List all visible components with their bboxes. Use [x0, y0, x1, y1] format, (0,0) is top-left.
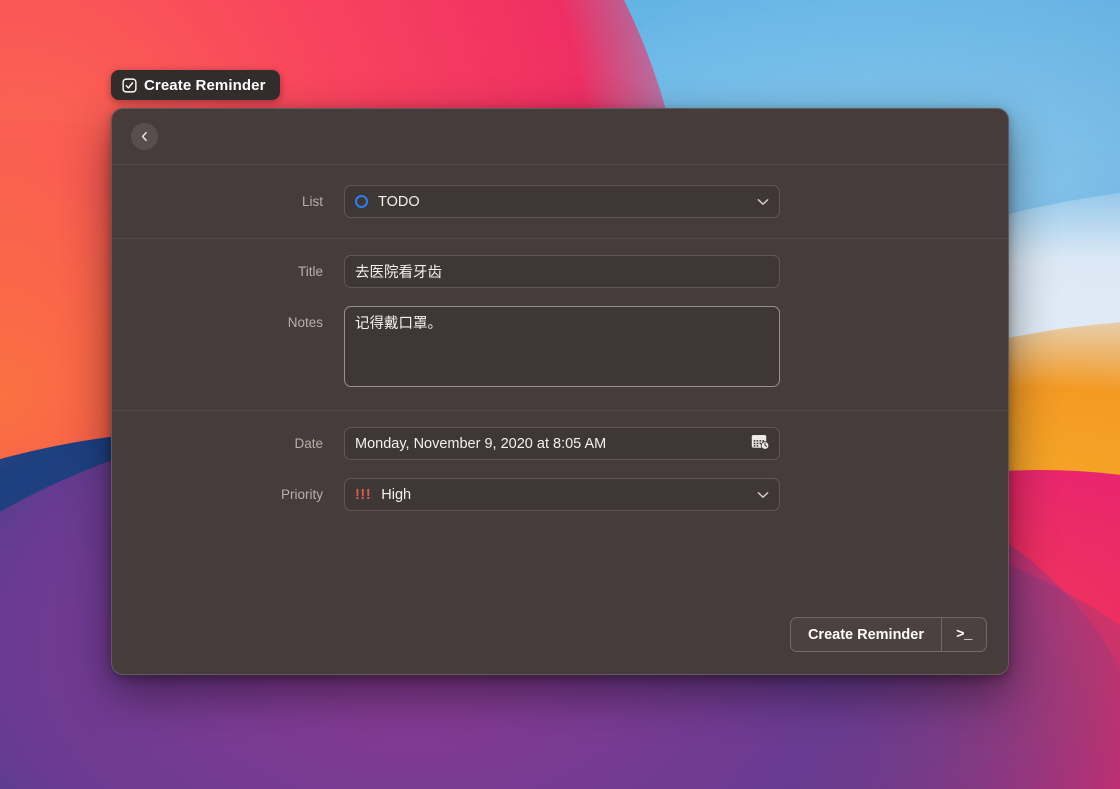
terminal-glyph: >_ [956, 627, 972, 643]
chevron-left-icon [138, 130, 151, 143]
date-value: Monday, November 9, 2020 at 8:05 AM [355, 436, 606, 452]
section-content: Title Notes [112, 238, 1008, 410]
section-schedule: Date Monday, November 9, 2020 at 8:05 AM [112, 410, 1008, 529]
back-button[interactable] [131, 123, 158, 150]
panel-header [112, 109, 1008, 165]
circle-outline-icon [355, 195, 368, 208]
priority-select[interactable]: !!! High [344, 478, 780, 511]
create-reminder-toast: Create Reminder [111, 70, 280, 100]
checkbox-square-icon [122, 78, 137, 93]
create-reminder-button[interactable]: Create Reminder [791, 618, 941, 651]
notes-label: Notes [112, 306, 344, 339]
row-date: Date Monday, November 9, 2020 at 8:05 AM [112, 427, 1008, 460]
priority-select-value: High [381, 487, 411, 503]
list-select[interactable]: TODO [344, 185, 780, 218]
create-reminder-panel: List TODO [111, 108, 1009, 675]
list-select-value: TODO [378, 194, 420, 210]
date-label: Date [112, 427, 344, 460]
row-list: List TODO [112, 185, 1008, 218]
priority-exclamation-marks: !!! [355, 487, 371, 503]
calendar-clock-icon[interactable] [751, 433, 770, 454]
panel-footer: Create Reminder >_ [112, 617, 1008, 674]
notes-textarea[interactable] [344, 306, 780, 387]
panel-spacer [112, 529, 1008, 617]
chevron-down-icon [757, 487, 769, 503]
desktop-wallpaper: Create Reminder List TOD [0, 0, 1120, 789]
section-list: List TODO [112, 165, 1008, 238]
title-label: Title [112, 255, 344, 288]
priority-label: Priority [112, 478, 344, 511]
row-title: Title [112, 255, 1008, 288]
toast-label: Create Reminder [144, 77, 266, 94]
submit-button-group: Create Reminder >_ [790, 617, 987, 652]
title-input[interactable] [344, 255, 780, 288]
row-priority: Priority !!! High [112, 478, 1008, 511]
terminal-prompt-icon[interactable]: >_ [941, 618, 986, 651]
date-input[interactable]: Monday, November 9, 2020 at 8:05 AM [344, 427, 780, 460]
list-label: List [112, 185, 344, 218]
chevron-down-icon [757, 194, 769, 210]
row-notes: Notes [112, 306, 1008, 392]
